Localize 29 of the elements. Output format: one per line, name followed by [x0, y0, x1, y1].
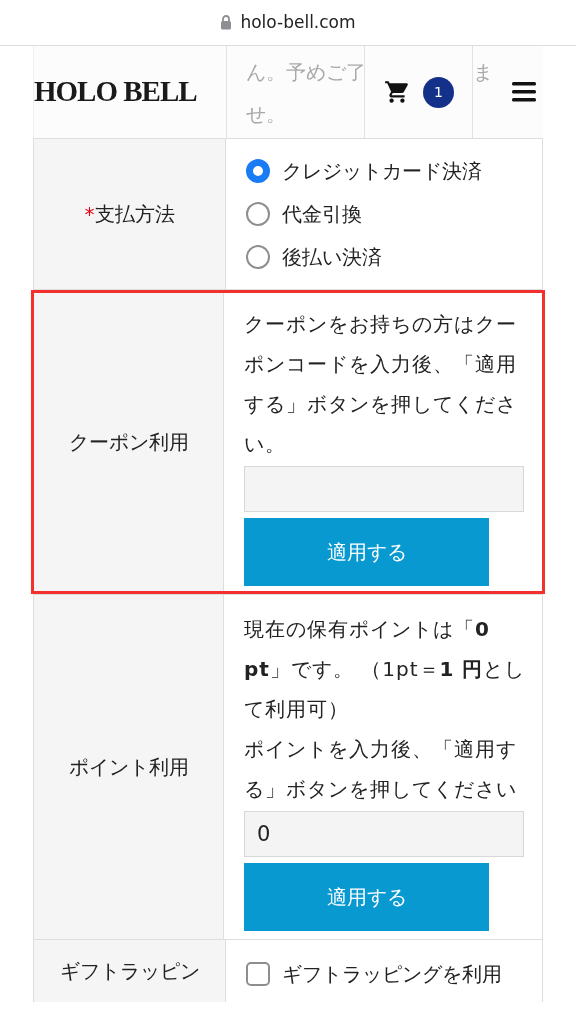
lock-icon	[220, 15, 233, 30]
apply-button[interactable]: 適用する	[244, 863, 489, 931]
field-label: ギフトラッピン	[59, 958, 200, 985]
instruction-text: ポイントを入力後、「適用する」ボタンを押してください	[244, 736, 518, 803]
url-text: holo-bell.com	[240, 10, 356, 34]
input-field[interactable]	[244, 466, 524, 512]
option-label: クレジットカード決済	[282, 158, 482, 185]
option-label: ギフトラッピングを利用	[282, 961, 502, 988]
cart-icon[interactable]	[383, 79, 411, 105]
radio-button[interactable]	[246, 159, 270, 183]
radio-button[interactable]	[246, 202, 270, 226]
required-mark: *	[84, 201, 95, 228]
input-field[interactable]: 0	[244, 811, 524, 857]
field-label: 支払方法	[94, 201, 175, 228]
description-text: クーポンをお持ちの方はクーポンコードを入力後、「適用する」ボタンを押してください。	[244, 311, 518, 458]
description-text: 現在の保有ポイントは「0 pt」です。 （1pt＝1 円として利用可）	[244, 616, 527, 723]
faded-text: ん。予めご了	[246, 59, 366, 86]
option-label: 代金引換	[282, 201, 362, 228]
faded-text: ま	[473, 59, 493, 86]
cart-count-badge: 1	[423, 76, 454, 108]
faded-text: せ。	[246, 101, 286, 128]
field-label: クーポン利用	[68, 429, 189, 456]
logo: HOLO BELL	[34, 74, 197, 110]
radio-button[interactable]	[246, 245, 270, 269]
apply-button[interactable]: 適用する	[244, 518, 489, 586]
menu-icon[interactable]	[511, 81, 537, 103]
checkbox[interactable]	[246, 962, 270, 986]
field-label: ポイント利用	[68, 754, 189, 781]
option-label: 後払い決済	[282, 244, 382, 271]
